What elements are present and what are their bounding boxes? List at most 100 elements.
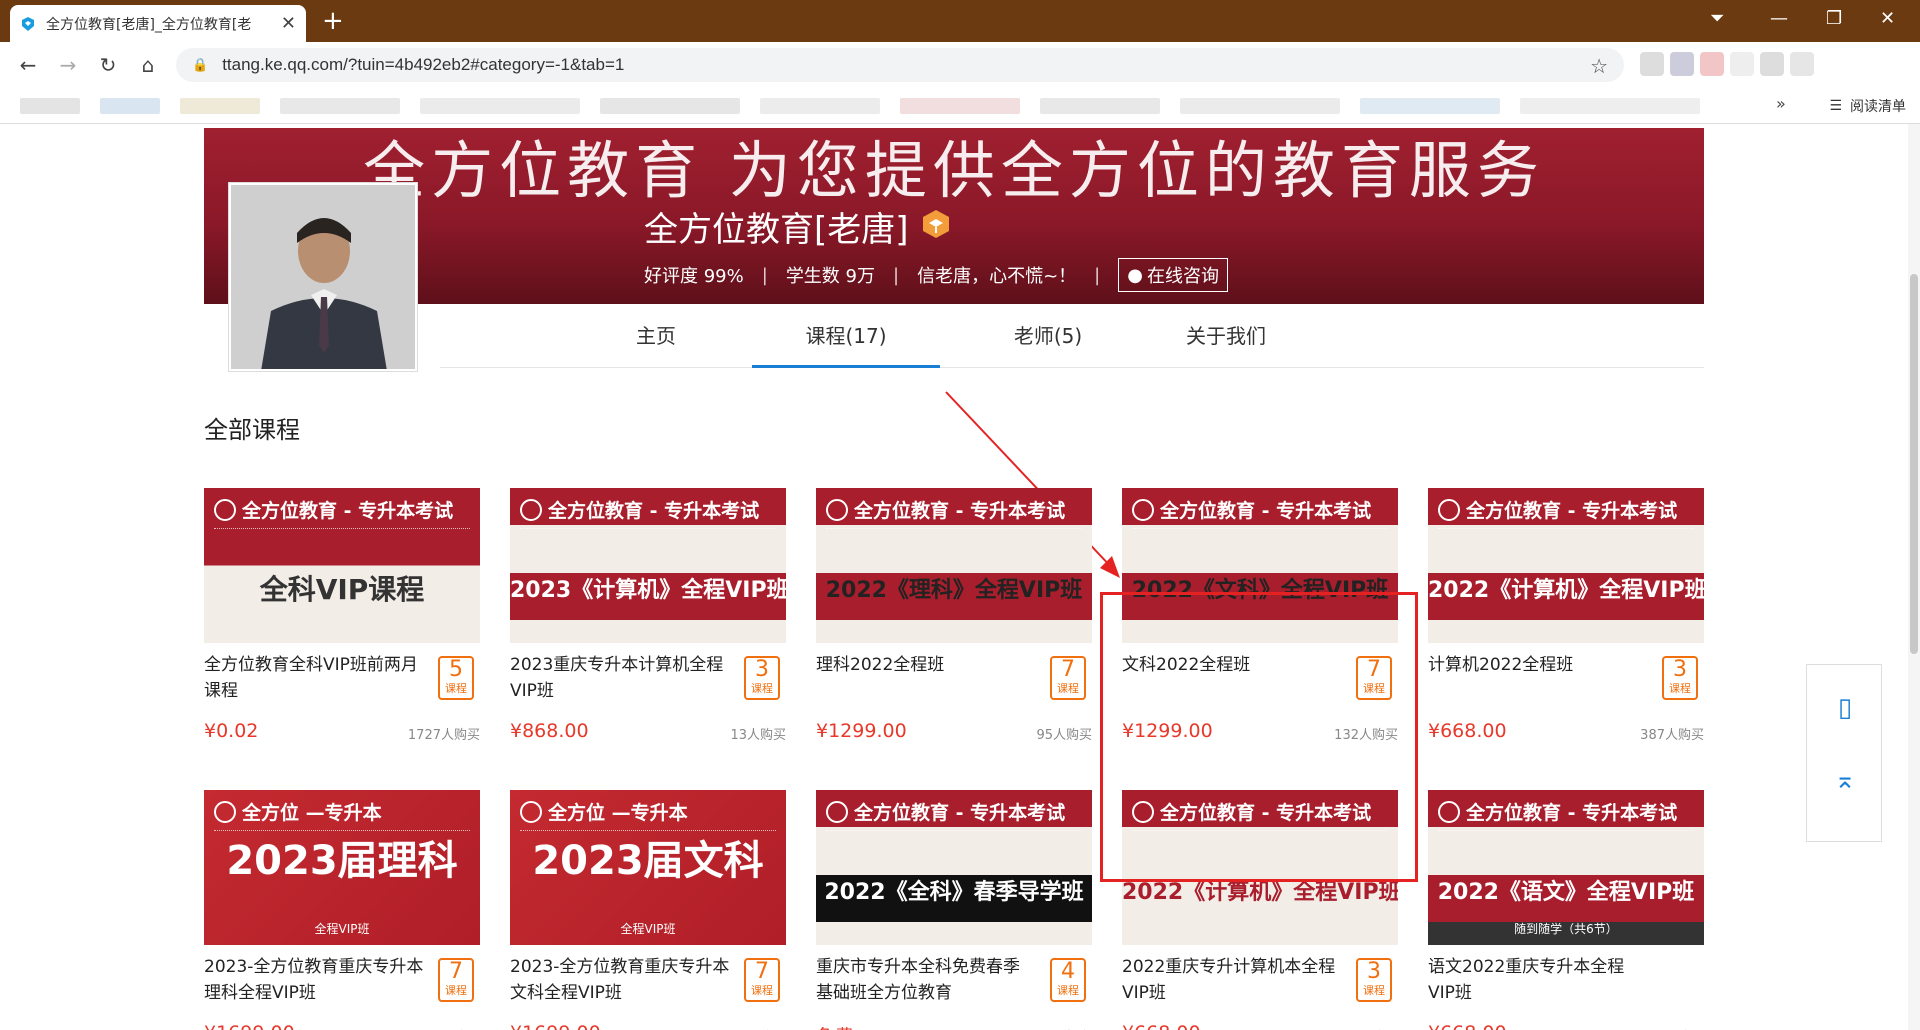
extension-icon[interactable]	[1790, 52, 1814, 76]
course-title[interactable]: 计算机2022全程班	[1428, 652, 1648, 678]
new-tab-button[interactable]: +	[322, 6, 344, 36]
browser-tab[interactable]: 全方位教育[老唐]_全方位教育[老 ✕	[10, 5, 306, 42]
profile-dropdown-icon[interactable]: ⏷	[1710, 8, 1724, 29]
course-thumbnail[interactable]: 全方位教育 - 专升本考试 全科VIP课程	[204, 488, 480, 643]
course-title[interactable]: 2022重庆专升计算机本全程VIP班	[1122, 954, 1342, 1006]
extension-icon[interactable]	[1700, 52, 1724, 76]
org-logo-icon	[826, 800, 848, 823]
extension-icon[interactable]	[1730, 52, 1754, 76]
course-count-badge: 4 课程	[1050, 958, 1086, 1002]
bookmark-item[interactable]	[1040, 98, 1160, 114]
course-thumbnail[interactable]: 全方位 —专升本 2023届文科 全程VIP班	[510, 790, 786, 945]
consult-label: 在线咨询	[1146, 266, 1219, 287]
course-sold-count: 95人购买	[1036, 728, 1092, 743]
thumbnail-headline: 2023届文科	[532, 838, 764, 884]
tab-teachers[interactable]: 老师(5)	[988, 304, 1108, 368]
teacher-portrait-image	[231, 185, 415, 369]
teacher-avatar	[228, 182, 418, 372]
course-thumbnail[interactable]: 全方位 —专升本 2023届理科 全程VIP班	[204, 790, 480, 945]
course-thumbnail[interactable]: 全方位教育 - 专升本考试 2023《计算机》全程VIP班	[510, 488, 786, 643]
reload-icon[interactable]: ↻	[88, 53, 128, 77]
bookmark-item[interactable]	[1360, 98, 1500, 114]
org-logo-icon	[520, 498, 542, 521]
bookmark-item[interactable]	[180, 98, 260, 114]
course-count: 7	[449, 959, 463, 984]
extension-icon[interactable]	[1640, 52, 1664, 76]
thumbnail-fine-print	[214, 528, 470, 534]
annotation-highlight-box	[1100, 592, 1418, 882]
course-count-badge: 7 课程	[744, 958, 780, 1002]
bookmark-star-icon[interactable]: ☆	[1590, 54, 1608, 79]
extension-icon[interactable]	[1670, 52, 1694, 76]
course-card[interactable]: 全方位 —专升本 2023届理科 全程VIP班 2023-全方位教育重庆专升本理…	[204, 790, 480, 1030]
bookmark-item[interactable]	[280, 98, 400, 114]
course-card[interactable]: 全方位教育 - 专升本考试 2022《全科》春季导学班 重庆市专升本全科免费春季…	[816, 790, 1092, 1030]
thumbnail-header: 全方位教育 - 专升本考试	[520, 496, 759, 523]
course-card[interactable]: 全方位 —专升本 2023届文科 全程VIP班 2023-全方位教育重庆专升本文…	[510, 790, 786, 1030]
course-count: 4	[1061, 959, 1075, 984]
bookmark-item[interactable]	[600, 98, 740, 114]
mobile-phone-icon[interactable]: ▯	[1831, 693, 1859, 723]
back-icon[interactable]: ←	[8, 53, 48, 77]
thumbnail-header-text: 全方位教育 - 专升本考试	[1466, 802, 1678, 824]
thumbnail-header-text: 全方位教育 - 专升本考试	[548, 500, 760, 522]
course-card[interactable]: 全方位教育 - 专升本考试 全科VIP课程 全方位教育全科VIP班前两月课程 5…	[204, 488, 480, 743]
course-price: ¥668.00	[1428, 720, 1507, 742]
bookmark-item[interactable]	[20, 98, 80, 114]
scrollbar-thumb[interactable]	[1910, 274, 1918, 654]
back-to-top-icon[interactable]: ⌅	[1831, 765, 1859, 795]
course-card[interactable]: 全方位教育 - 专升本考试 2022《语文》全程VIP班 随到随学（共6节） 语…	[1428, 790, 1704, 1030]
lock-icon[interactable]: 🔒	[192, 57, 208, 73]
restore-icon[interactable]: ❐	[1826, 8, 1842, 29]
thumbnail-header: 全方位教育 - 专升本考试	[214, 496, 453, 523]
address-bar[interactable]: 🔒 ttang.ke.qq.com/?tuin=4b492eb2#categor…	[176, 48, 1624, 82]
course-title[interactable]: 重庆市专升本全科免费春季基础班全方位教育	[816, 954, 1036, 1006]
course-thumbnail[interactable]: 全方位教育 - 专升本考试 2022《理科》全程VIP班	[816, 488, 1092, 643]
course-price: ¥1299.00	[816, 720, 907, 742]
org-logo-icon	[826, 498, 848, 521]
course-title[interactable]: 全方位教育全科VIP班前两月课程	[204, 652, 424, 704]
thumbnail-fine-print	[1132, 528, 1388, 534]
course-card[interactable]: 全方位教育 - 专升本考试 2022《理科》全程VIP班 理科2022全程班 7…	[816, 488, 1092, 743]
course-card[interactable]: 全方位教育 - 专升本考试 2023《计算机》全程VIP班 2023重庆专升本计…	[510, 488, 786, 743]
thumbnail-header-text: 全方位教育 - 专升本考试	[1466, 500, 1678, 522]
bookmark-item[interactable]	[1520, 98, 1700, 114]
org-logo-icon	[214, 498, 236, 521]
thumbnail-header: 全方位教育 - 专升本考试	[1438, 496, 1677, 523]
bookmarks-overflow-icon[interactable]: »	[1776, 94, 1786, 113]
thumbnail-header: 全方位 —专升本	[214, 798, 382, 825]
tab-about[interactable]: 关于我们	[1156, 304, 1296, 368]
bookmark-item[interactable]	[1180, 98, 1340, 114]
tab-home[interactable]: 主页	[616, 304, 696, 368]
bookmark-item[interactable]	[420, 98, 580, 114]
course-count-unit: 课程	[1057, 984, 1079, 997]
close-window-icon[interactable]: ✕	[1880, 8, 1895, 29]
bookmark-item[interactable]	[100, 98, 160, 114]
org-logo-icon	[214, 800, 236, 823]
org-tab-nav: 主页 课程(17) 老师(5) 关于我们	[440, 304, 1704, 368]
course-card[interactable]: 全方位教育 - 专升本考试 2022《计算机》全程VIP班 计算机2022全程班…	[1428, 488, 1704, 743]
thumbnail-header-text: 全方位教育 - 专升本考试	[242, 500, 454, 522]
course-thumbnail[interactable]: 全方位教育 - 专升本考试 2022《语文》全程VIP班 随到随学（共6节）	[1428, 790, 1704, 945]
bookmark-item[interactable]	[760, 98, 880, 114]
tab-courses[interactable]: 课程(17)	[752, 304, 940, 368]
course-price: ¥0.02	[204, 720, 259, 742]
forward-icon[interactable]: →	[48, 53, 88, 77]
course-thumbnail[interactable]: 全方位教育 - 专升本考试 2022《全科》春季导学班	[816, 790, 1092, 945]
online-consult-button[interactable]: ● 在线咨询	[1118, 258, 1228, 292]
thumbnail-headline: 2023《计算机》全程VIP班	[510, 578, 786, 603]
org-logo-icon	[1132, 498, 1154, 521]
course-title[interactable]: 语文2022重庆专升本全程VIP班	[1428, 954, 1648, 1006]
page-scrollbar[interactable]	[1908, 124, 1920, 1030]
minimize-icon[interactable]: —	[1770, 8, 1788, 29]
tab-close-icon[interactable]: ✕	[281, 13, 296, 34]
bookmark-item[interactable]	[900, 98, 1020, 114]
home-icon[interactable]: ⌂	[128, 53, 168, 77]
course-thumbnail[interactable]: 全方位教育 - 专升本考试 2022《计算机》全程VIP班	[1428, 488, 1704, 643]
extension-icon[interactable]	[1760, 52, 1784, 76]
course-title[interactable]: 2023-全方位教育重庆专升本文科全程VIP班	[510, 954, 730, 1006]
course-title[interactable]: 2023-全方位教育重庆专升本理科全程VIP班	[204, 954, 424, 1006]
course-title[interactable]: 2023重庆专升本计算机全程VIP班	[510, 652, 730, 704]
reading-list-button[interactable]: ☰ 阅读清单	[1829, 96, 1906, 116]
course-title[interactable]: 理科2022全程班	[816, 652, 1036, 678]
